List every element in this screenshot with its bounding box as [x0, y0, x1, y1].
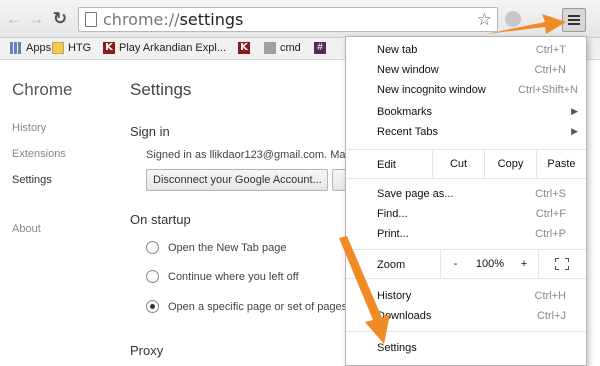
submenu-arrow-icon: ▶	[571, 126, 578, 136]
menu-item-label: New tab	[377, 44, 418, 56]
startup-radio-new-tab[interactable]	[146, 241, 159, 254]
browser-toolbar: ← → ↻ chrome://settings ☆	[0, 0, 600, 38]
menu-item-label: Downloads	[377, 310, 432, 322]
menu-cut-button[interactable]: Cut	[432, 150, 484, 178]
sidebar-item-about[interactable]: About	[12, 223, 41, 235]
bookmark-label: HTG	[68, 42, 92, 54]
startup-option-label: Open a specific page or set of pages.	[168, 301, 351, 313]
reload-icon[interactable]: ↻	[50, 9, 70, 29]
menu-item-label: Recent Tabs	[377, 126, 438, 138]
menu-edit-row: Edit Cut Copy Paste	[346, 149, 586, 179]
bookmark-k[interactable]: K	[238, 42, 254, 54]
page-title: Settings	[130, 80, 192, 99]
k-logo-icon: K	[238, 42, 250, 54]
menu-item-shortcut: Ctrl+H	[534, 290, 566, 302]
k-logo-icon: K	[103, 42, 115, 54]
zoom-out-button[interactable]: -	[440, 250, 470, 278]
chrome-menu: New tab Ctrl+T New window Ctrl+N New inc…	[345, 36, 587, 366]
menu-item-label: Settings	[377, 342, 417, 354]
menu-separator	[346, 331, 586, 332]
menu-zoom-label: Zoom	[377, 259, 406, 271]
menu-edit-label: Edit	[377, 159, 396, 171]
fullscreen-button[interactable]	[538, 250, 586, 278]
menu-item-new-tab[interactable]: New tab Ctrl+T	[346, 41, 586, 61]
startup-option-label: Continue where you left off	[168, 271, 299, 283]
menu-item-bookmarks[interactable]: Bookmarks ▶	[346, 103, 586, 123]
startup-option-label: Open the New Tab page	[168, 242, 287, 254]
sidebar-item-settings[interactable]: Settings	[12, 174, 52, 186]
menu-item-label: New window	[377, 64, 439, 76]
arrow-left-icon[interactable]: ←	[4, 9, 24, 29]
menu-item-shortcut: Ctrl+J	[536, 310, 566, 322]
menu-item-save-page[interactable]: Save page as... Ctrl+S	[346, 185, 586, 205]
menu-item-label: Bookmarks	[377, 106, 433, 118]
menu-item-find[interactable]: Find... Ctrl+F	[346, 205, 586, 225]
bookmark-label: Play Arkandian Expl...	[119, 42, 227, 54]
page-icon	[85, 12, 97, 27]
menu-item-shortcut: Ctrl+Shift+N	[518, 84, 578, 96]
bookmark-cmd[interactable]: cmd	[264, 42, 301, 54]
bookmark-label: Apps	[26, 42, 52, 54]
sign-in-heading: Sign in	[130, 124, 170, 139]
proxy-heading: Proxy	[130, 343, 164, 358]
url-text: chrome://settings	[103, 10, 243, 29]
bookmark-arkandian[interactable]: K Play Arkandian Expl...	[103, 42, 226, 54]
menu-paste-button[interactable]: Paste	[536, 150, 586, 178]
menu-item-label: History	[377, 290, 412, 302]
menu-item-downloads[interactable]: Downloads Ctrl+J	[346, 307, 586, 327]
zoom-in-button[interactable]: +	[510, 250, 538, 278]
menu-item-label: Find...	[377, 208, 408, 220]
bookmark-hash[interactable]: #	[314, 42, 330, 54]
extension-icon[interactable]	[505, 11, 521, 27]
menu-item-new-window[interactable]: New window Ctrl+N	[346, 61, 586, 81]
hamburger-menu-icon[interactable]	[562, 8, 586, 32]
fullscreen-icon	[555, 258, 569, 270]
menu-item-print[interactable]: Print... Ctrl+P	[346, 225, 586, 245]
sidebar-item-extensions[interactable]: Extensions	[12, 148, 66, 160]
startup-radio-specific-pages[interactable]	[146, 300, 159, 313]
menu-item-settings[interactable]: Settings	[346, 339, 586, 359]
bookmark-htg[interactable]: HTG	[52, 42, 91, 54]
menu-item-shortcut: Ctrl+F	[535, 208, 566, 220]
menu-item-history[interactable]: History Ctrl+H	[346, 287, 586, 307]
hash-icon: #	[314, 42, 326, 54]
arrow-right-icon[interactable]: →	[26, 9, 46, 29]
sidebar-item-history[interactable]: History	[12, 122, 46, 134]
star-icon[interactable]: ☆	[477, 10, 492, 30]
startup-radio-continue[interactable]	[146, 270, 159, 283]
cmd-icon	[264, 42, 276, 54]
advanced-sync-button[interactable]	[332, 169, 346, 191]
menu-item-label: Print...	[377, 228, 409, 240]
menu-item-shortcut: Ctrl+P	[535, 228, 566, 240]
url-path: settings	[179, 10, 244, 29]
signed-in-text: Signed in as llikdaor123@gmail.com. Mar	[146, 149, 350, 161]
zoom-level: 100%	[475, 258, 505, 270]
menu-item-shortcut: Ctrl+N	[534, 64, 566, 76]
disconnect-account-button[interactable]: Disconnect your Google Account...	[146, 169, 328, 191]
menu-item-shortcut: Ctrl+S	[535, 188, 566, 200]
address-bar[interactable]: chrome://settings ☆	[78, 7, 498, 32]
submenu-arrow-icon: ▶	[571, 106, 578, 116]
menu-item-new-incognito-window[interactable]: New incognito window Ctrl+Shift+N	[346, 81, 586, 101]
menu-item-shortcut: Ctrl+T	[535, 44, 566, 56]
apps-grid-icon	[10, 42, 22, 54]
menu-copy-button[interactable]: Copy	[484, 150, 536, 178]
menu-item-label: New incognito window	[377, 84, 486, 96]
sidebar-brand: Chrome	[12, 80, 73, 99]
menu-item-recent-tabs[interactable]: Recent Tabs ▶	[346, 123, 586, 143]
menu-zoom-row: Zoom - 100% +	[346, 249, 586, 279]
bookmark-label: cmd	[280, 42, 301, 54]
menu-item-label: Save page as...	[377, 188, 454, 200]
bookmark-apps[interactable]: Apps	[10, 42, 51, 54]
url-scheme: chrome://	[103, 10, 180, 29]
on-startup-heading: On startup	[130, 212, 191, 227]
folder-icon	[52, 42, 64, 54]
